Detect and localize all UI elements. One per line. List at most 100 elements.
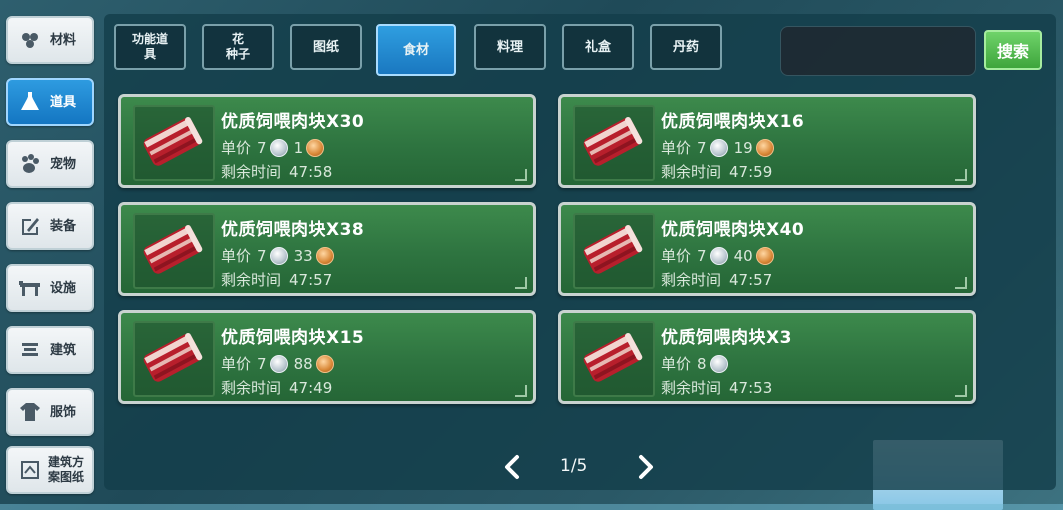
blueprint-icon <box>16 456 44 484</box>
sidebar-item-clothing[interactable]: 服饰 <box>6 388 94 436</box>
copper-coin-icon <box>315 246 334 265</box>
meat-item-icon <box>133 213 215 289</box>
background-strip <box>0 504 1063 510</box>
remaining-time-label: 剩余时间 <box>221 271 282 289</box>
item-name: 优质饲喂肉块X40 <box>661 220 805 240</box>
listing-card[interactable]: 优质饲喂肉块X30 单价 7 1 剩余时间 47:58 <box>118 94 536 188</box>
silver-amount: 7 <box>257 138 267 157</box>
unit-price-label: 单价 <box>661 355 692 373</box>
sidebar-item-label: 建筑 <box>50 342 77 358</box>
materials-icon <box>16 26 44 54</box>
tab-function-items[interactable]: 功能道 具 <box>114 24 186 70</box>
tab-flower-seeds[interactable]: 花 种子 <box>202 24 274 70</box>
tool-icon <box>16 88 44 116</box>
remaining-time-value: 47:58 <box>289 163 333 181</box>
listing-card[interactable]: 优质饲喂肉块X40 单价 7 40 剩余时间 47:57 <box>558 202 976 296</box>
item-name: 优质饲喂肉块X15 <box>221 328 365 348</box>
remaining-time: 剩余时间 47:59 <box>661 161 772 182</box>
unit-price-label: 单价 <box>661 247 692 265</box>
copper-amount: 1 <box>293 138 304 157</box>
silver-amount: 7 <box>257 354 267 373</box>
sidebar-item-blueprints[interactable]: 建筑方 案图纸 <box>6 446 94 494</box>
remaining-time: 剩余时间 47:57 <box>221 269 332 290</box>
copper-amount: 40 <box>733 246 753 265</box>
listing-card[interactable]: 优质饲喂肉块X38 单价 7 33 剩余时间 47:57 <box>118 202 536 296</box>
remaining-time: 剩余时间 47:57 <box>661 269 772 290</box>
remaining-time-value: 47:53 <box>729 379 773 397</box>
sidebar-item-buildings[interactable]: 建筑 <box>6 326 94 374</box>
unit-price-label: 单价 <box>661 139 692 157</box>
unit-price-label: 单价 <box>221 355 252 373</box>
corner-mark-icon <box>955 385 967 397</box>
item-price: 单价 7 33 <box>221 245 334 266</box>
copper-amount: 33 <box>293 246 313 265</box>
listing-card[interactable]: 优质饲喂肉块X15 单价 7 88 剩余时间 47:49 <box>118 310 536 404</box>
meat-item-icon <box>573 105 655 181</box>
meat-item-icon <box>573 213 655 289</box>
search-button[interactable]: 搜索 <box>984 30 1042 70</box>
copper-coin-icon <box>315 354 334 373</box>
prev-page-icon[interactable] <box>502 454 522 480</box>
next-page-icon[interactable] <box>636 454 656 480</box>
corner-mark-icon <box>515 169 527 181</box>
sidebar-item-label: 设施 <box>50 280 77 296</box>
sidebar-item-label: 装备 <box>50 218 77 234</box>
copper-amount: 88 <box>293 354 313 373</box>
item-price: 单价 7 40 <box>661 245 774 266</box>
remaining-time-label: 剩余时间 <box>221 379 282 397</box>
remaining-time: 剩余时间 47:49 <box>221 377 332 398</box>
search-input[interactable] <box>780 26 976 76</box>
item-name: 优质饲喂肉块X3 <box>661 328 792 348</box>
remaining-time-value: 47:57 <box>289 271 333 289</box>
sidebar-item-label: 服饰 <box>50 404 77 420</box>
tab-elixirs[interactable]: 丹药 <box>650 24 722 70</box>
page-indicator: 1/5 <box>560 456 588 476</box>
corner-mark-icon <box>515 277 527 289</box>
remaining-time-value: 47:59 <box>729 163 773 181</box>
corner-mark-icon <box>515 385 527 397</box>
silver-coin-icon <box>709 354 728 373</box>
meat-item-icon <box>133 321 215 397</box>
remaining-time: 剩余时间 47:58 <box>221 161 332 182</box>
silver-coin-icon <box>269 246 288 265</box>
tab-ingredients[interactable]: 食材 <box>376 24 456 76</box>
listing-card[interactable]: 优质饲喂肉块X16 单价 7 19 剩余时间 47:59 <box>558 94 976 188</box>
item-name: 优质饲喂肉块X16 <box>661 112 805 132</box>
remaining-time-label: 剩余时间 <box>221 163 282 181</box>
copper-coin-icon <box>306 138 325 157</box>
sidebar-item-tools[interactable]: 道具 <box>6 78 94 126</box>
silver-coin-icon <box>269 354 288 373</box>
sidebar-item-materials[interactable]: 材料 <box>6 16 94 64</box>
item-name: 优质饲喂肉块X38 <box>221 220 365 240</box>
silver-coin-icon <box>709 138 728 157</box>
silver-coin-icon <box>269 138 288 157</box>
copper-coin-icon <box>755 138 774 157</box>
sidebar-item-facilities[interactable]: 设施 <box>6 264 94 312</box>
remaining-time-label: 剩余时间 <box>661 271 722 289</box>
sidebar-item-equipment[interactable]: 装备 <box>6 202 94 250</box>
copper-coin-icon <box>755 246 774 265</box>
remaining-time: 剩余时间 47:53 <box>661 377 772 398</box>
sidebar-item-label: 材料 <box>50 32 77 48</box>
item-price: 单价 7 88 <box>221 353 334 374</box>
copper-amount: 19 <box>733 138 753 157</box>
tab-blueprints[interactable]: 图纸 <box>290 24 362 70</box>
tab-cuisine[interactable]: 料理 <box>474 24 546 70</box>
paw-icon <box>16 150 44 178</box>
facility-icon <box>16 274 44 302</box>
item-price: 单价 7 19 <box>661 137 774 158</box>
listing-card[interactable]: 优质饲喂肉块X3 单价 8 剩余时间 47:53 <box>558 310 976 404</box>
sidebar-item-label: 道具 <box>50 94 77 110</box>
equipment-icon <box>16 212 44 240</box>
silver-amount: 7 <box>257 246 267 265</box>
unit-price-label: 单价 <box>221 139 252 157</box>
item-name: 优质饲喂肉块X30 <box>221 112 365 132</box>
unit-price-label: 单价 <box>221 247 252 265</box>
remaining-time-label: 剩余时间 <box>661 379 722 397</box>
sidebar-item-pets[interactable]: 宠物 <box>6 140 94 188</box>
remaining-time-label: 剩余时间 <box>661 163 722 181</box>
item-price: 单价 7 1 <box>221 137 325 158</box>
tab-gift-box[interactable]: 礼盒 <box>562 24 634 70</box>
silver-amount: 8 <box>697 354 707 373</box>
clothing-icon <box>16 398 44 426</box>
